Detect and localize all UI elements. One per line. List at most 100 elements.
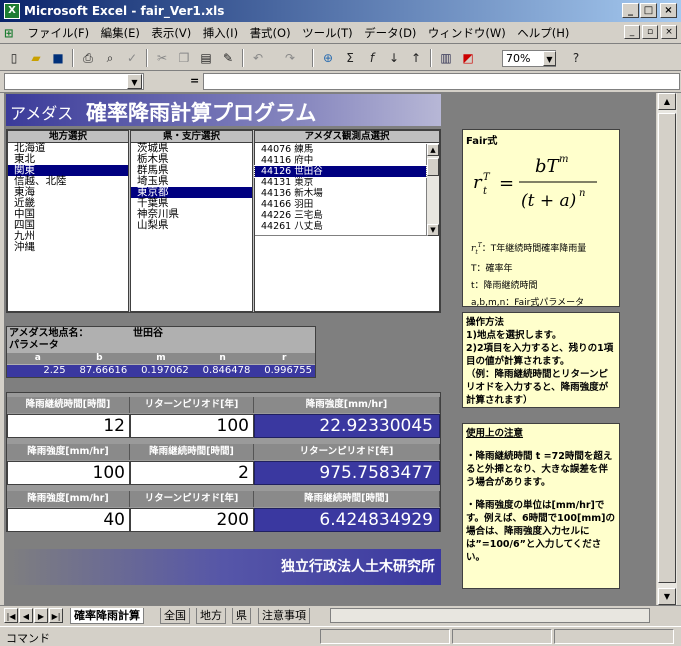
menu-view[interactable]: 表示(V) [147,22,195,44]
list-item[interactable]: 44136 新木場 [255,188,426,199]
scroll-thumb[interactable] [427,158,439,176]
region-items: 北海道 東北 関東 信越、北陸 東海 近畿 中国 四国 九州 沖縄 [8,143,128,253]
station-scrollbar[interactable]: ▲ ▼ [427,144,439,236]
howto-title: 操作方法 [466,317,505,328]
list-item[interactable]: 44131 東京 [255,177,426,188]
list-item[interactable]: 44076 練馬 [255,144,426,155]
open-icon[interactable]: ▰ [26,49,46,67]
scroll-up-icon[interactable]: ▲ [658,93,676,110]
params-label: パラメータ [9,340,59,351]
scroll-thumb[interactable] [658,113,676,583]
station-listbox[interactable]: アメダス観測点選択 44076 練馬 44116 府中 44126 世田谷 44… [254,130,440,312]
menu-edit[interactable]: 編集(E) [97,22,144,44]
howto-line-1: 1)地点を選択します。 [466,330,562,341]
formula-input[interactable] [203,73,680,90]
sort-ascending-icon[interactable]: ↓ [384,49,404,67]
hyperlink-icon[interactable]: ⊕ [318,49,338,67]
autosum-icon[interactable]: Σ [340,49,360,67]
list-item[interactable]: 44226 三宅島 [255,210,426,221]
list-item[interactable]: 44116 府中 [255,155,426,166]
spelling-icon[interactable]: ✓ [122,49,142,67]
list-item[interactable]: 山梨県 [131,220,252,231]
calc3-duration-result: 6.424834929 [254,508,440,532]
tab-probability-calc[interactable]: 確率降雨計算 [70,608,144,624]
format-painter-icon[interactable]: ✎ [218,49,238,67]
save-icon[interactable]: ■ [48,49,68,67]
undo-icon[interactable]: ↶ [248,49,268,67]
param-value-n: 0.846478 [202,365,251,376]
sort-descending-icon[interactable]: ↑ [406,49,426,67]
vertical-scrollbar[interactable]: ▲ ▼ [657,93,677,605]
menu-help[interactable]: ヘルプ(H) [513,22,573,44]
minimize-button[interactable]: _ [622,3,639,18]
menu-bar: ⊞ ファイル(F) 編集(E) 表示(V) 挿入(I) 書式(O) ツール(T)… [0,22,681,44]
window-title: Microsoft Excel - fair_Ver1.xls [0,0,681,22]
cut-icon[interactable]: ✂ [152,49,172,67]
horizontal-scrollbar[interactable] [330,608,650,623]
zoom-dropdown-icon[interactable]: ▼ [543,51,556,66]
list-item[interactable]: 沖縄 [8,242,128,253]
svg-text:(t + a): (t + a) [521,191,576,211]
help-icon[interactable]: ? [566,49,586,67]
svg-text:T: T [483,172,491,183]
paste-icon[interactable]: ▤ [196,49,216,67]
scroll-down-icon[interactable]: ▼ [658,588,676,605]
prev-sheet-icon[interactable]: ◀ [19,608,33,623]
new-icon[interactable]: ▯ [4,49,24,67]
list-item[interactable]: 44166 羽田 [255,199,426,210]
redo-icon[interactable]: ↷ [280,49,300,67]
calc1-header-intensity: 降雨強度[mm/hr] [254,397,440,413]
doc-close-button[interactable]: × [661,25,677,39]
tab-notes[interactable]: 注意事項 [258,608,310,624]
function-icon[interactable]: f [362,49,382,67]
doc-minimize-button[interactable]: _ [624,25,640,39]
region-listbox[interactable]: 地方選択 北海道 東北 関東 信越、北陸 東海 近畿 中国 四国 九州 沖縄 [7,130,129,312]
calc1-intensity-result: 22.92330045 [254,414,440,438]
formula-equals[interactable]: = [190,74,199,87]
scroll-up-icon[interactable]: ▲ [427,144,439,156]
drawing-icon[interactable]: ◩ [458,49,478,67]
close-button[interactable]: × [660,3,677,18]
sheet-tab-bar: |◀ ◀ ▶ ▶| 確率降雨計算 全国 地方 県 注意事項 [0,605,681,625]
menu-data[interactable]: データ(D) [360,22,420,44]
calc1-duration-input[interactable]: 12 [7,414,130,438]
workbook-icon[interactable]: ⊞ [0,22,20,44]
menu-file[interactable]: ファイル(F) [24,22,94,44]
last-sheet-icon[interactable]: ▶| [49,608,63,623]
menu-tools[interactable]: ツール(T) [298,22,357,44]
howto-box: 操作方法 1)地点を選択します。 2)2項目を入力すると、残りの1項目の値が計算… [462,312,620,408]
copy-icon[interactable]: ❐ [174,49,194,67]
howto-line-3: （例：降雨継続時間とリターンピリオドを入力すると、降雨強度が計算されます） [466,369,609,406]
menu-insert[interactable]: 挿入(I) [199,22,242,44]
next-sheet-icon[interactable]: ▶ [34,608,48,623]
first-sheet-icon[interactable]: |◀ [4,608,18,623]
menu-window[interactable]: ウィンドウ(W) [424,22,510,44]
print-preview-icon[interactable]: ⌕ [100,49,120,67]
tab-region[interactable]: 地方 [196,608,226,624]
calc3-header-intensity: 降雨強度[mm/hr] [7,491,130,507]
calc2-duration-input[interactable]: 2 [130,461,254,485]
pref-listbox[interactable]: 県・支庁選択 茨城県 栃木県 群馬県 埼玉県 東京都 千葉県 神奈川県 山梨県 [130,130,253,312]
list-item-selected[interactable]: 44126 世田谷 [254,165,427,178]
svg-text:m: m [559,154,568,165]
calc3-header-return: リターンピリオド[年] [130,491,254,507]
print-icon[interactable]: ⎙ [78,49,98,67]
calc2-intensity-input[interactable]: 100 [7,461,130,485]
banner-prefix: アメダス [10,104,74,123]
tab-nationwide[interactable]: 全国 [160,608,190,624]
calc3-intensity-input[interactable]: 40 [7,508,130,532]
tab-prefecture[interactable]: 県 [232,608,251,624]
doc-restore-button[interactable]: ▫ [642,25,658,39]
maximize-button[interactable]: □ [640,3,657,18]
name-box-dropdown-icon[interactable]: ▼ [127,74,142,89]
name-box[interactable] [4,73,144,90]
calc1-return-input[interactable]: 100 [130,414,254,438]
excel-app-icon[interactable]: X [4,3,20,19]
chart-wizard-icon[interactable]: ▥ [436,49,456,67]
param-value-b: 87.66616 [79,365,128,376]
menu-format[interactable]: 書式(O) [246,22,295,44]
calc3-return-input[interactable]: 200 [130,508,254,532]
list-item[interactable]: 44261 八丈島 [255,221,426,232]
org-banner: 独立行政法人土木研究所 [6,549,441,585]
scroll-down-icon[interactable]: ▼ [427,224,439,236]
